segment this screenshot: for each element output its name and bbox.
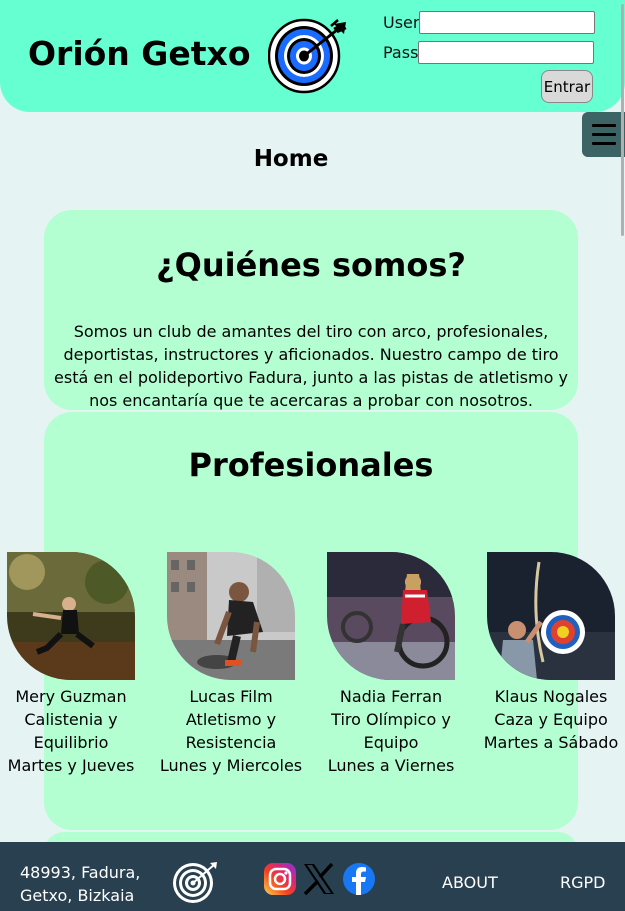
rgpd-link[interactable]: RGPD (560, 873, 605, 892)
site-header: Orión Getxo User Pass Entrar (0, 0, 625, 112)
professional-days: Martes y Jueves (7, 756, 135, 775)
professional-specialty: Caza y Equipo (494, 710, 608, 729)
professional-specialty: Atletismo y Resistencia (185, 710, 277, 752)
page-scrollbar[interactable] (620, 0, 625, 911)
professional-photo (487, 552, 615, 680)
x-icon[interactable] (302, 862, 336, 896)
address-line-1: 48993, Fadura, (20, 863, 141, 882)
professional-name: Nadia Ferran (339, 687, 443, 706)
professional-card[interactable]: Nadia Ferran Tiro Olímpico y Equipo Lune… (327, 552, 455, 777)
professional-name: Klaus Nogales (494, 687, 608, 706)
about-text: Somos un club de amantes del tiro con ar… (54, 322, 568, 410)
professional-name: Lucas Film (189, 687, 273, 706)
professional-photo (7, 552, 135, 680)
professional-photo (327, 552, 455, 680)
about-card: ¿Quiénes somos? Somos un club de amantes… (44, 210, 578, 410)
login-button[interactable]: Entrar (541, 70, 593, 103)
professional-days: Lunes a Viernes (327, 756, 455, 775)
professional-card[interactable]: Lucas Film Atletismo y Resistencia Lunes… (160, 552, 302, 777)
pass-label: Pass (383, 43, 419, 62)
professional-photo (167, 552, 295, 680)
site-footer: 48993, Fadura, Getxo, Bizkaia ABOUT RGPD (0, 842, 625, 911)
hamburger-icon (591, 124, 616, 127)
footer-address: 48993, Fadura, Getxo, Bizkaia (20, 861, 140, 907)
professional-days: Lunes y Miercoles (159, 756, 303, 775)
user-label: User (383, 13, 420, 32)
about-heading: ¿Quiénes somos? (156, 246, 466, 284)
pass-row: Pass (383, 41, 595, 64)
professional-specialty: Calistenia y Equilibrio (24, 710, 118, 752)
professional-days: Martes a Sábado (483, 733, 619, 752)
brand-title: Orión Getxo (28, 34, 251, 73)
user-row: User (383, 11, 596, 34)
about-link[interactable]: ABOUT (442, 873, 498, 892)
professional-card[interactable]: Klaus Nogales Caza y Equipo Martes a Sáb… (484, 552, 618, 754)
archery-target-footer-icon (173, 862, 217, 903)
professional-name: Mery Guzman (15, 687, 127, 706)
page-title: Home (253, 146, 329, 172)
facebook-icon[interactable] (342, 862, 376, 896)
address-line-2: Getxo, Bizkaia (20, 886, 135, 905)
scrollbar-thumb[interactable] (621, 4, 624, 236)
password-input[interactable] (418, 41, 595, 64)
professionals-heading: Profesionales (188, 446, 434, 484)
professional-specialty: Tiro Olímpico y Equipo (331, 710, 451, 752)
instagram-icon[interactable] (263, 862, 297, 896)
hamburger-menu-button[interactable] (582, 112, 625, 157)
user-input[interactable] (419, 11, 596, 34)
professional-card[interactable]: Mery Guzman Calistenia y Equilibrio Mart… (7, 552, 135, 777)
archery-target-logo (268, 18, 347, 94)
